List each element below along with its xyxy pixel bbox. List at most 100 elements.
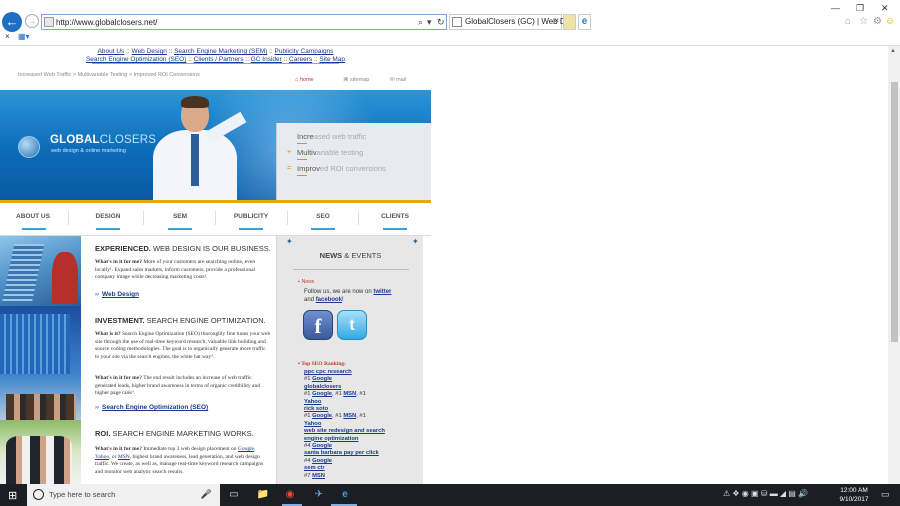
minimize-button[interactable]: — [831,3,840,13]
top-link[interactable]: Publicity Campaigns [275,48,334,55]
seo-keyword-link[interactable]: ppc cpc research [304,369,352,375]
yahoo-link[interactable]: Yahoo [95,454,109,460]
forward-button[interactable]: → [25,14,39,28]
notification-icon[interactable]: ▭ [881,489,890,500]
task-view-icon[interactable]: ▭ [227,488,241,502]
photo-building-businesswoman [0,236,81,306]
new-tab-button[interactable] [563,14,576,30]
side-photos [0,236,81,484]
section-web-design-title: EXPERIENCED. WEB DESIGN IS OUR BUSINESS. [95,244,271,253]
rank-text: , #1 [356,391,366,398]
nav-sem[interactable]: SEM [160,213,200,220]
nav-separator [143,211,144,225]
rank-text: #7 [304,472,313,479]
msn-link[interactable]: MSN [118,454,130,460]
settings-icon[interactable]: ⚙ [873,16,882,27]
seo-link[interactable]: ›› Search Engine Optimization (SEO) [95,404,208,411]
restore-button[interactable]: ❐ [856,3,864,14]
site-logo[interactable]: GLOBALCLOSERS [50,134,156,146]
main-content: EXPERIENCED. WEB DESIGN IS OUR BUSINESS.… [93,236,273,484]
facebook-icon[interactable]: f [303,310,333,340]
news-label: ▪ News [298,279,315,285]
chrome-icon[interactable]: ◉ [283,488,297,502]
facebook-link[interactable]: facebook [316,297,342,303]
top-link[interactable]: Site Map [319,56,345,63]
twitter-link[interactable]: twitter [373,289,391,295]
search-engine-link[interactable]: Google [312,376,332,382]
nav-about-us[interactable]: ABOUT US [13,213,53,220]
top-link[interactable]: Web Design [132,48,167,55]
search-engine-link[interactable]: Google [312,413,332,419]
sitemap-util-link[interactable]: ⌘ sitemap [343,77,369,83]
logo-tagline: web design & online marketing [51,148,126,154]
nav-publicity-underline [239,228,263,230]
taskbar-search[interactable]: Type here to search 🎤 [27,484,220,506]
browser-tab[interactable]: GlobalClosers (GC) | Web D... × [449,14,572,30]
search-engine-link[interactable]: Google [312,443,332,449]
address-url[interactable]: http://www.globalclosers.net/ [56,16,157,29]
top-link[interactable]: About Us [98,48,125,55]
top-link[interactable]: Search Engine Optimization (SEO) [86,56,186,63]
search-icon[interactable]: ⌕ [418,16,423,29]
seo-ranking-list: ppc cpc research #1 Google globalclosers #1… [304,369,414,480]
scroll-thumb[interactable] [891,82,898,342]
search-engine-link[interactable]: MSN [343,391,356,397]
seo-keyword-link[interactable]: Yahoo [304,421,321,427]
mail-util-link[interactable]: ✉ mail [390,77,406,83]
refresh-icon[interactable]: ↻ [437,16,445,29]
home-icon[interactable]: ⌂ [845,16,851,27]
seo-keyword-link[interactable]: Yahoo [304,399,321,405]
commandbar-close-icon[interactable]: × [5,32,10,41]
top-link[interactable]: Careers [289,56,312,63]
smiley-icon[interactable]: ☺ [885,16,895,27]
nav-publicity[interactable]: PUBLICITY [231,213,271,220]
google-link[interactable]: Google [238,446,254,452]
news-panel: ✦ ✦ NEWS & EVENTS ▪ News Follow us, we ar… [276,236,423,484]
top-link[interactable]: Clients / Partners [194,56,244,63]
system-tray[interactable]: ⚠ ❖ ◉ ▣ ⛁ ▬ ◢ ▤ 🔊 [723,489,808,498]
favorites-icon[interactable]: ☆ [859,16,868,27]
seo-ranking-row: rick soto [304,406,414,413]
seo-keyword-link[interactable]: web site redesign and search [304,428,385,434]
search-dropdown-icon[interactable]: ▾ [427,16,432,29]
seo-keyword-link[interactable]: engine optimization [304,436,358,442]
top-link[interactable]: GC Insider [251,56,282,63]
twitter-icon[interactable]: t [337,310,367,340]
top-links-row-1: About Us :: Web Design :: Search Engine … [0,48,431,56]
scroll-up-icon[interactable]: ▲ [890,48,896,54]
rank-text: #4 [304,443,313,450]
search-engine-link[interactable]: Google [312,391,332,397]
seo-keyword-link[interactable]: sem ctr [304,465,325,471]
home-util-link[interactable]: ⌂ home [295,77,314,83]
app-icon[interactable]: ✈ [312,488,326,502]
seo-keyword-link[interactable]: globalclosers [304,384,341,390]
taskbar-search-placeholder[interactable]: Type here to search [49,490,115,499]
ie-tab-icon[interactable]: e [578,14,591,30]
back-button[interactable]: ← [2,12,22,32]
search-engine-link[interactable]: MSN [312,473,325,479]
vertical-scrollbar[interactable]: ▲ [888,46,900,484]
nav-design-underline [96,228,120,230]
start-button[interactable]: ⊞ [8,489,17,502]
microphone-icon[interactable]: 🎤 [201,489,212,500]
nav-clients[interactable]: CLIENTS [375,213,415,220]
file-explorer-icon[interactable]: 📁 [256,488,270,502]
search-engine-link[interactable]: Google [312,458,332,464]
close-window-button[interactable]: ✕ [881,3,889,14]
nav-design[interactable]: DESIGN [88,213,128,220]
web-design-link[interactable]: ›› Web Design [95,291,139,298]
hero-benefit-3: = Improved ROI conversions [287,164,386,176]
top-link-separator: :: [243,56,251,63]
pin-right-icon: ✦ [412,237,419,246]
search-engine-link[interactable]: MSN [343,413,356,419]
tab-close-icon[interactable]: × [554,16,559,25]
taskbar-clock[interactable]: 12:00 AM 9/10/2017 [834,486,874,504]
internet-explorer-icon[interactable]: e [338,488,352,502]
top-link[interactable]: Search Engine Marketing (SEM) [174,48,267,55]
seo-keyword-link[interactable]: rick soto [304,406,328,412]
seo-keyword-link[interactable]: santa barbara pay per click [304,450,379,456]
news-follow-text: Follow us, we are now on twitter and fac… [304,289,392,303]
commandbar-menu-icon[interactable]: ▦▾ [18,32,30,41]
address-bar[interactable]: http://www.globalclosers.net/ ⌕ ▾ ↻ [41,14,447,30]
nav-seo[interactable]: SEO [303,213,343,220]
